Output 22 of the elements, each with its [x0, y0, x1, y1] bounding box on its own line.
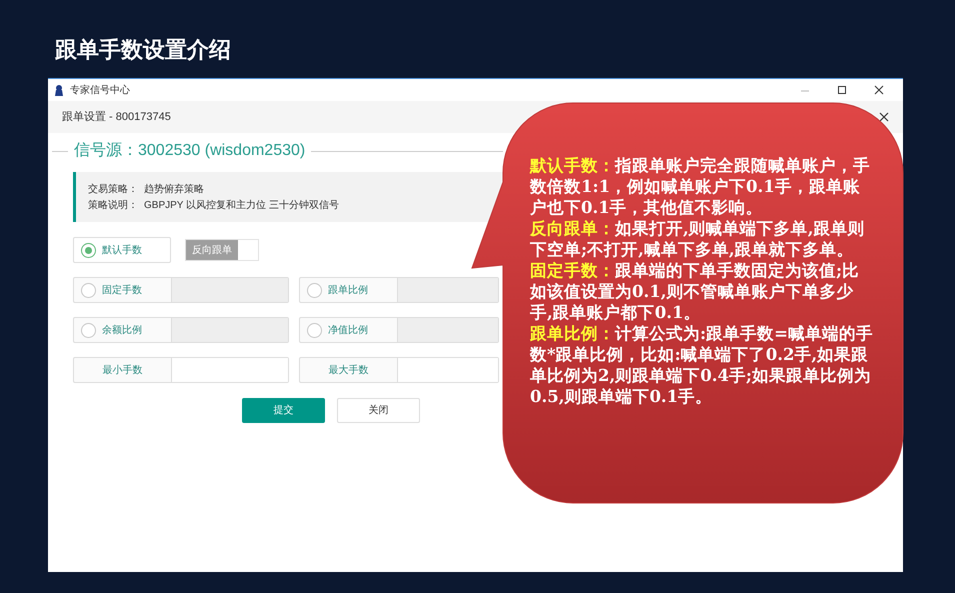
window-title: 专家信号中心	[70, 84, 130, 98]
close-icon[interactable]	[872, 85, 884, 95]
section-title: 信号源：3002530 (wisdom2530)	[74, 141, 306, 161]
callout-paragraph: 跟单比例：计算公式为:跟单手数=喊单端的手数*跟单比例，比如:喊单端下了0.2手,如果跟单比例为2,则跟单端下0.4手;如果跟单比例为0.5,则跟单端下0.1手。	[530, 323, 874, 407]
app-icon	[54, 84, 64, 96]
option-label: 默认手数	[102, 244, 142, 258]
maximize-icon[interactable]	[836, 85, 848, 95]
close-icon[interactable]	[879, 112, 889, 122]
info-value: GBPJPY 以风控复和主力位 三十分钟双信号	[144, 198, 339, 212]
submit-button[interactable]: 提交	[242, 398, 325, 423]
callout-paragraph: 固定手数：跟单端的下单手数固定为该值;比如该值设置为0.1,则不管喊单账户下单多少手,跟单账户都下0.1。	[530, 260, 860, 323]
slide-title: 跟单手数设置介绍	[55, 36, 231, 64]
callout-paragraph: 默认手数：指跟单账户完全跟随喊单账户，手数倍数1:1，例如喊单账户下0.1手，跟单账户也下0.1手，其他值不影响。	[530, 155, 871, 218]
radio-button[interactable]	[81, 242, 96, 258]
toggle-switch[interactable]: 反向跟单	[185, 239, 259, 261]
close-button[interactable]: 关闭	[337, 398, 420, 423]
info-label: 交易策略：	[88, 182, 139, 196]
info-label: 策略说明：	[88, 198, 139, 212]
info-value: 趋势俯弃策略	[144, 182, 204, 196]
callout-paragraph: 反向跟单：如果打开,则喊单端下多单,跟单则下空单;不打开,喊单下多单,跟单就下多单。	[530, 218, 866, 260]
dialog-title: 跟单设置 - 800173745	[62, 110, 171, 125]
radio-option[interactable]: 默认手数	[73, 237, 171, 263]
